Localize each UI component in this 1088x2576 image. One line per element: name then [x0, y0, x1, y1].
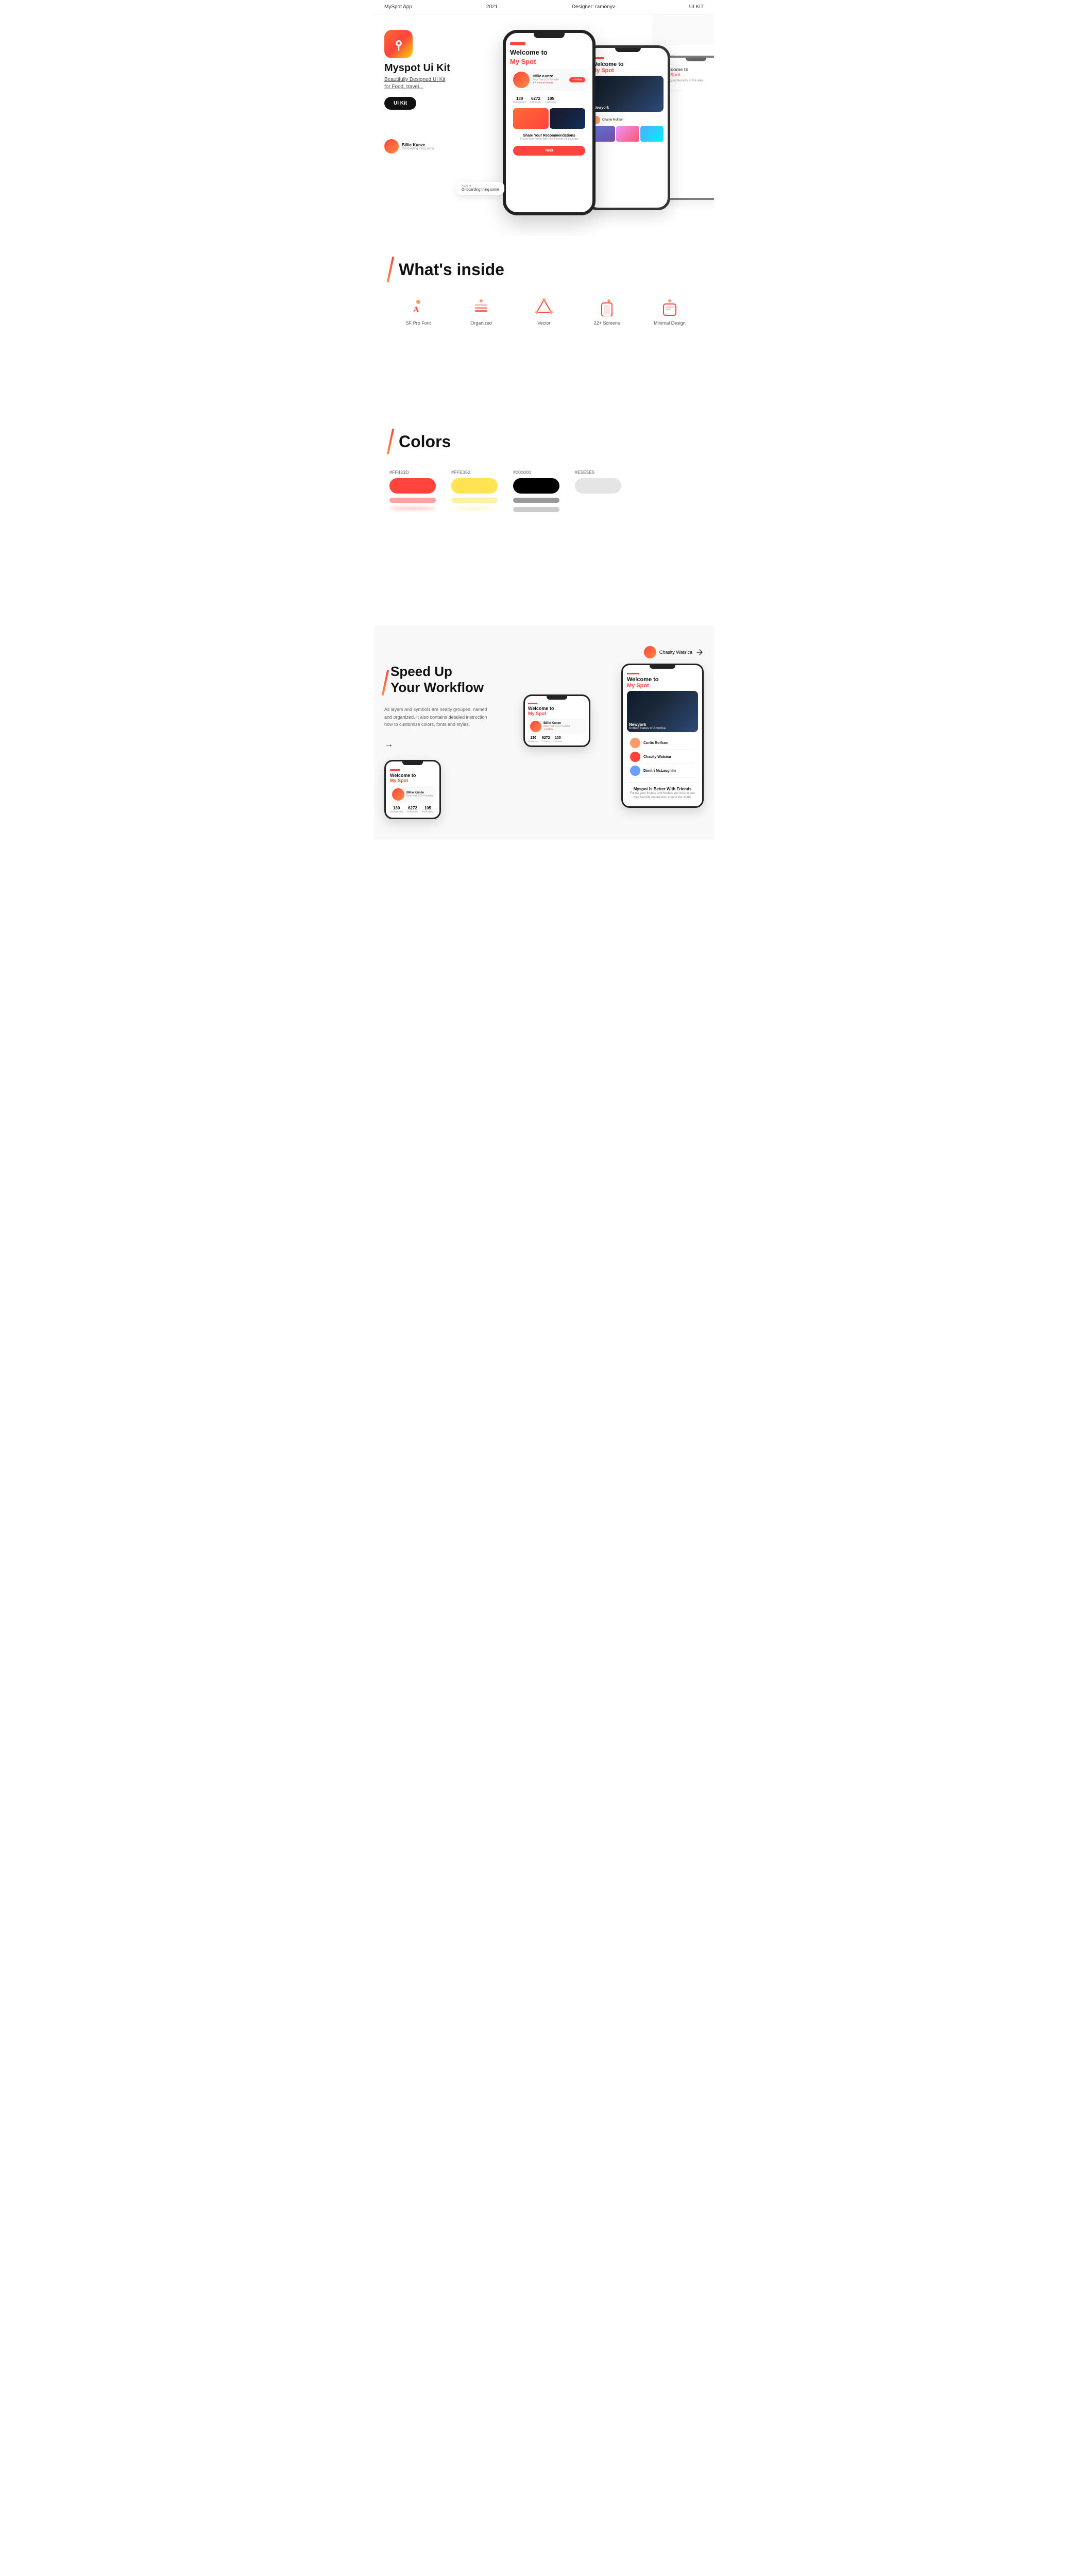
nav-center-left: 2021: [486, 4, 498, 10]
large-phone: Welcome to My Spot Newyork United States…: [621, 664, 704, 808]
accent-slash: [387, 257, 395, 282]
avatar-badge: Chasity Watsica: [384, 646, 704, 658]
friend-3: Dimitri McLaughlin: [630, 764, 695, 778]
color-black-pill-sm-1: [513, 498, 559, 503]
friends-footer: Myspot Is Better With Friends Follow you…: [627, 782, 698, 802]
profile-name: Billie Kunze: [533, 75, 559, 78]
stats-row: 130 Histograms 6272 Followers 105 Follow…: [510, 94, 588, 106]
feature-screens: 22+ Screens: [584, 298, 630, 326]
phone-second: Welcome to My Spot Newyork Chante Rolfso…: [585, 45, 670, 210]
hero-section: Notifications Edit Profile Delete Accoun…: [374, 14, 714, 236]
friend-1: Curtis Rolfson: [630, 736, 695, 750]
friend-2: Chasity Watsica: [630, 750, 695, 764]
img-card-1: [513, 108, 549, 129]
color-yellow-pill: [451, 478, 498, 494]
welcome-spot: My Spot: [510, 58, 588, 65]
feature-minimal: Minimal Design: [647, 298, 693, 326]
color-red-hex: #FF433D: [389, 470, 436, 475]
top-nav: MySpot App 2021 Designer: ramonyv UI KIT: [374, 0, 714, 14]
city-img-large: Newyork United States of America: [627, 691, 698, 732]
feature-organized: Organized: [458, 298, 504, 326]
avatar-img: [644, 646, 656, 658]
spacer-2: [374, 377, 714, 408]
spacer-1: [374, 346, 714, 377]
speedup-right: Welcome to My Spot Newyork United States…: [523, 664, 704, 819]
phone-notch-second: [615, 48, 641, 52]
follow-button[interactable]: + Follow: [569, 77, 585, 82]
speedup-accent: [382, 670, 389, 696]
avatar-action-icon: [695, 648, 704, 656]
speedup-inner: Speed Up Your Workflow All layers and sy…: [384, 664, 704, 819]
color-red-shadow: [389, 507, 436, 510]
next-button[interactable]: Next: [513, 146, 585, 156]
phone-main: Welcome to My Spot Billie Kunze New York…: [503, 30, 596, 215]
speedup-title: Speed Up Your Workflow: [390, 664, 484, 696]
color-gray-pill: [575, 478, 621, 494]
avatar-name: Chasity Watsica: [659, 650, 692, 655]
feature-minimal-label: Minimal Design: [654, 320, 686, 326]
color-yellow-hex: #FFE352: [451, 470, 498, 475]
hero-title: Myspot Ui Kit: [384, 62, 451, 74]
speedup-section: Chasity Watsica Speed Up Your Workflow A…: [374, 625, 714, 840]
nav-left: MySpot App: [384, 4, 412, 10]
spacer-3: [374, 533, 714, 564]
color-yellow-shadow: [451, 507, 498, 510]
color-red-pill: [389, 478, 436, 494]
speedup-left: Speed Up Your Workflow All layers and sy…: [384, 664, 513, 819]
color-gray: #E5E5E5: [575, 470, 621, 512]
mini-phone-small: Welcome to My Spot Billie Kunze New York…: [384, 760, 441, 819]
color-black: #000000: [513, 470, 559, 512]
feature-screens-label: 22+ Screens: [594, 320, 620, 326]
floating-connect-card: Sam H. Onboarding thing some: [456, 182, 504, 195]
phone-notch-third: [686, 58, 706, 61]
color-black-hex: #000000: [513, 470, 559, 475]
feature-vector: Vector: [521, 298, 567, 326]
color-red: #FF433D: [389, 470, 436, 512]
floating-name: Billie Kunze: [402, 143, 434, 147]
colors-title: Colors: [399, 432, 451, 451]
nav-right: UI KIT: [689, 4, 704, 10]
phone-notch-main: [534, 33, 565, 38]
city-image: Newyork: [592, 76, 664, 112]
feature-organized-label: Organized: [470, 320, 492, 326]
spacer-5: [374, 595, 714, 625]
app-icon: [384, 30, 413, 58]
colors-title-wrap: Colors: [389, 429, 699, 454]
welcome-title: Welcome to: [510, 48, 588, 57]
friends-list: Curtis Rolfson Chasity Watsica Dimitri M…: [627, 734, 698, 780]
small-phone-container: Welcome to My Spot Billie Kunze New York…: [384, 760, 513, 819]
section-title-wrap: What's inside: [389, 257, 699, 282]
img-card-2: [550, 108, 585, 129]
svg-text:A: A: [413, 306, 419, 314]
spacer-4: [374, 564, 714, 595]
colors-section: Colors #FF433D #FFE352 #000000 #E5E5E5: [374, 408, 714, 533]
arrow-button[interactable]: →: [384, 739, 394, 750]
features-grid: A SF Pro Font Organized: [389, 298, 699, 326]
color-yellow: #FFE352: [451, 470, 498, 512]
hero-left-content: Myspot Ui Kit Beautifully Designed UI Ki…: [384, 30, 451, 110]
floating-profile: Billie Kunze Onboarding thing some: [384, 139, 434, 154]
nav-center: Designer: ramonyv: [572, 4, 615, 10]
overlap-phone: Welcome to My Spot Billie Kunze New York…: [523, 694, 590, 747]
whats-inside-title: What's inside: [399, 260, 504, 279]
hero-subtitle: Beautifully Designed UI Kit for Food, tr…: [384, 76, 451, 91]
colors-accent-slash: [387, 429, 395, 454]
speedup-description: All layers and symbols are neatly groupe…: [384, 706, 487, 728]
feature-font: A SF Pro Font: [395, 298, 441, 326]
color-red-pill-sm: [389, 498, 436, 503]
color-black-pill-sm-2: [513, 507, 559, 512]
feature-vector-label: Vector: [537, 320, 551, 326]
color-swatches: #FF433D #FFE352 #000000 #E5E5E5: [389, 470, 699, 512]
whats-inside-section: What's inside A SF Pro Font: [374, 236, 714, 346]
phone-screen-main: Welcome to My Spot Billie Kunze New York…: [506, 33, 592, 212]
phones-container: Welcome to My Spot Billie Kunze New York…: [462, 25, 704, 231]
profile-avatar: [513, 72, 530, 88]
color-yellow-pill-sm: [451, 498, 498, 503]
feature-font-label: SF Pro Font: [406, 320, 431, 326]
color-black-pill: [513, 478, 559, 494]
color-gray-hex: #E5E5E5: [575, 470, 621, 475]
ui-kit-button[interactable]: UI Kit: [384, 97, 416, 110]
